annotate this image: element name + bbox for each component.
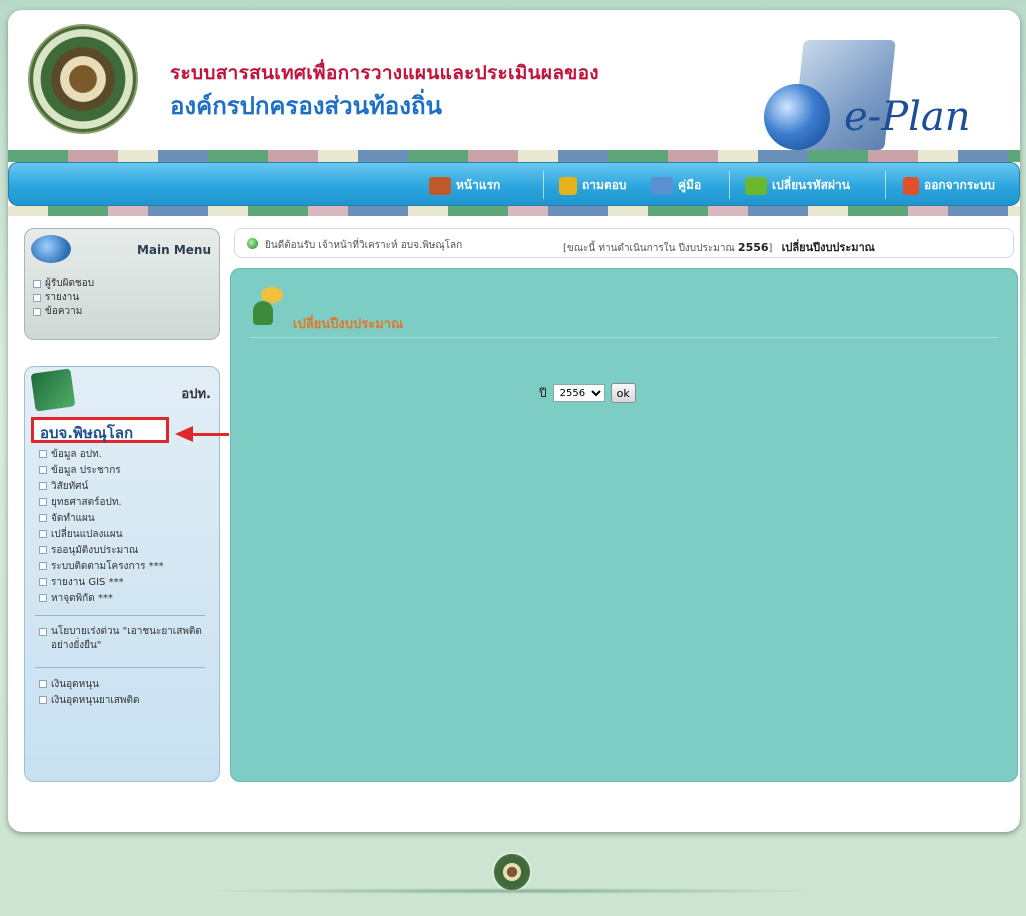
home-icon	[429, 176, 451, 195]
selected-org[interactable]: อบจ.พิษณุโลก	[31, 417, 169, 443]
main-menu-icon	[31, 235, 71, 263]
main-menu-box: Main Menu ผู้รับผิดชอบ รายงาน ข้อความ	[24, 228, 220, 340]
footer-decor	[200, 888, 826, 894]
nav-home[interactable]: หน้าแรก	[429, 176, 500, 195]
org-item-population[interactable]: ข้อมูล ประชากร	[39, 463, 164, 479]
menu-item-responsible[interactable]: ผู้รับผิดชอบ	[33, 277, 94, 291]
year-select[interactable]: 2556	[552, 384, 605, 402]
org-item-vision[interactable]: วิสัยทัศน์	[39, 479, 164, 495]
arrow-left-icon	[175, 426, 193, 442]
nav-home-label: หน้าแรก	[456, 178, 501, 192]
welcome-bar: ยินดีต้อนรับ เจ้าหน้าที่วิเคราะห์ อบจ.พิ…	[234, 228, 1014, 258]
eplan-logo: e-Plan	[844, 94, 971, 140]
book-icon	[651, 176, 673, 195]
user-chat-icon	[249, 287, 289, 325]
top-nav-bar: หน้าแรก ถามตอบ คู่มือ เปลี่ยนรหัสผ่าน ออ…	[8, 162, 1020, 206]
panel-title: เปลี่ยนปีงบประมาณ	[293, 317, 404, 332]
globe-icon	[764, 84, 830, 150]
fund-list: เงินอุดหนุน เงินอุดหนุนยาเสพติด	[39, 677, 139, 709]
org-menu-title: อปท.	[181, 387, 211, 402]
arrow-shaft	[193, 433, 229, 436]
org-item-drug-subsidy[interactable]: เงินอุดหนุนยาเสพติด	[39, 693, 139, 709]
org-item-make-plan[interactable]: จัดทำแผน	[39, 511, 164, 527]
nav-faq-label: ถามตอบ	[582, 178, 627, 192]
nav-logout-label: ออกจากระบบ	[924, 178, 995, 192]
current-year: 2556	[737, 241, 769, 254]
org-menu-box: อปท. อบจ.พิษณุโลก ข้อมูล อปท. ข้อมูล ประ…	[24, 366, 229, 782]
status-prefix: [ขณะนี้ ท่านดำเนินการใน ปีงบประมาณ	[563, 243, 735, 254]
org-item-strategy[interactable]: ยุทธศาสตร์อปท.	[39, 495, 164, 511]
logout-icon	[903, 176, 919, 195]
main-menu-title: Main Menu	[136, 243, 211, 257]
ok-button[interactable]: ok	[610, 383, 636, 403]
dla-seal-logo	[28, 24, 138, 134]
change-year-link[interactable]: เปลี่ยนปีงบประมาณ	[782, 241, 875, 254]
key-icon	[745, 176, 767, 195]
decor-stripe-top	[8, 150, 1020, 162]
policy-list: นโยบายเร่งด่วน "เอาชนะยาเสพติดอย่างยั่งย…	[39, 625, 209, 653]
nav-change-password[interactable]: เปลี่ยนรหัสผ่าน	[745, 176, 850, 195]
status-dot-icon	[247, 238, 258, 249]
nav-logout[interactable]: ออกจากระบบ	[903, 176, 995, 195]
org-item-find-coordinates[interactable]: หาจุดพิกัด ***	[39, 591, 164, 607]
main-panel: เปลี่ยนปีงบประมาณ ปี 2556 ok	[230, 268, 1018, 782]
menu-item-report[interactable]: รายงาน	[33, 291, 94, 305]
nav-change-password-label: เปลี่ยนรหัสผ่าน	[772, 178, 850, 192]
nav-manual[interactable]: คู่มือ	[651, 176, 701, 195]
year-form: ปี 2556 ok	[539, 383, 636, 403]
footer-seal-logo	[492, 852, 532, 892]
main-menu-list: ผู้รับผิดชอบ รายงาน ข้อความ	[33, 277, 94, 319]
welcome-text: ยินดีต้อนรับ เจ้าหน้าที่วิเคราะห์ อบจ.พิ…	[265, 240, 463, 251]
org-item-project-tracking[interactable]: ระบบติดตามโครงการ ***	[39, 559, 164, 575]
fiscal-year-status: [ขณะนี้ ท่านดำเนินการใน ปีงบประมาณ 2556]…	[563, 238, 875, 256]
year-label: ปี	[539, 385, 547, 400]
system-title-line1: ระบบสารสนเทศเพื่อการวางแผนและประเมินผลขอ…	[170, 62, 599, 84]
decor-stripe-bottom	[8, 206, 1020, 216]
system-title-line2: องค์กรปกครองส่วนท้องถิ่น	[170, 92, 442, 120]
org-item-budget-approval[interactable]: รออนุมัติงบประมาณ	[39, 543, 164, 559]
org-item-gis-report[interactable]: รายงาน GIS ***	[39, 575, 164, 591]
org-icon	[30, 368, 76, 412]
menu-item-message[interactable]: ข้อความ	[33, 305, 94, 319]
org-menu-list: ข้อมูล อปท. ข้อมูล ประชากร วิสัยทัศน์ ยุ…	[39, 447, 164, 607]
question-icon	[559, 176, 577, 195]
nav-manual-label: คู่มือ	[678, 178, 702, 192]
org-item-info[interactable]: ข้อมูล อปท.	[39, 447, 164, 463]
nav-faq[interactable]: ถามตอบ	[559, 176, 627, 195]
status-suffix: ]	[768, 243, 773, 254]
org-item-subsidy[interactable]: เงินอุดหนุน	[39, 677, 139, 693]
page-frame: ระบบสารสนเทศเพื่อการวางแผนและประเมินผลขอ…	[8, 10, 1020, 832]
divider	[35, 615, 205, 616]
org-item-drug-policy[interactable]: นโยบายเร่งด่วน "เอาชนะยาเสพติดอย่างยั่งย…	[39, 625, 209, 653]
panel-divider	[249, 337, 999, 338]
org-item-change-plan[interactable]: เปลี่ยนแปลงแผน	[39, 527, 164, 543]
divider	[35, 667, 205, 668]
header: ระบบสารสนเทศเพื่อการวางแผนและประเมินผลขอ…	[8, 10, 1020, 150]
